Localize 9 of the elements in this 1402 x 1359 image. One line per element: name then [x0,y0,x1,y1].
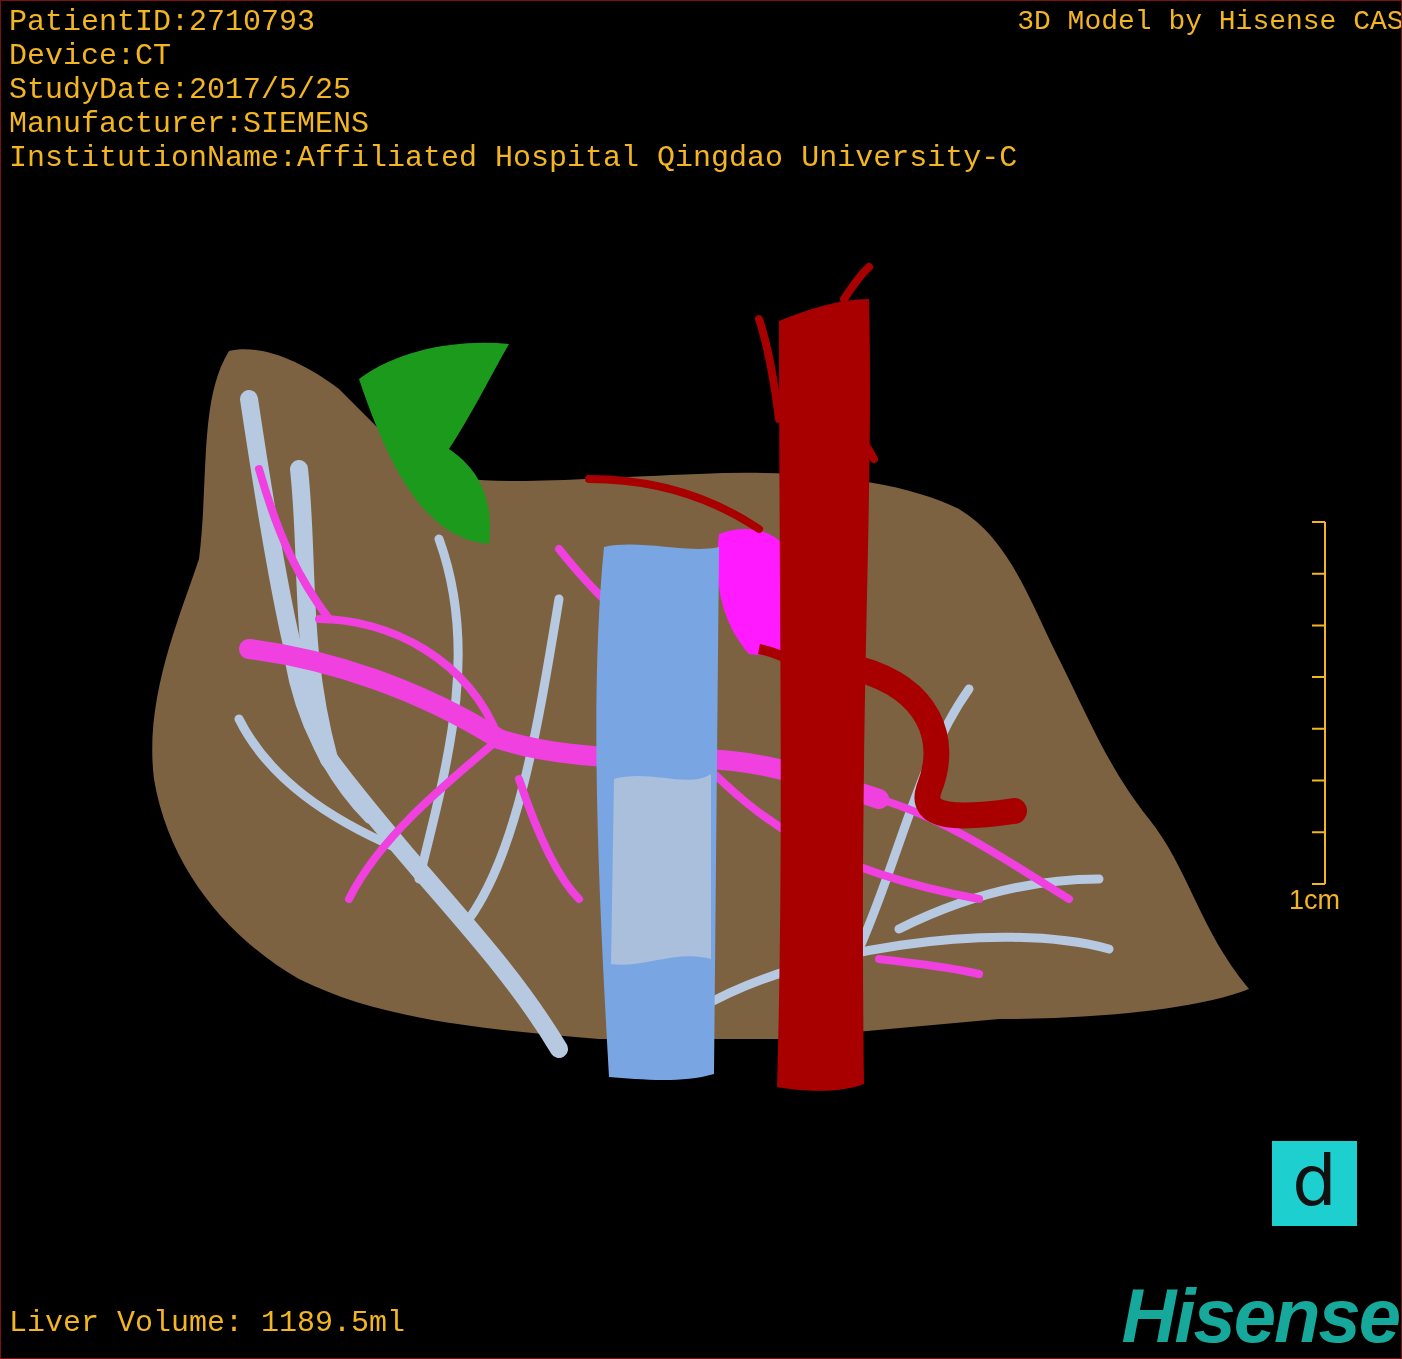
info-text: Device:CT [9,39,173,73]
info-text: PatientID:2710793 [9,5,317,39]
info-text: Manufacturer:SIEMENS [9,107,371,141]
info-text: InstitutionName:Affiliated Hospital Qingdao University-C [9,141,1018,175]
scale-label: 1cm [1289,885,1340,915]
view-badge: d [1272,1141,1357,1226]
liver-volume-text: Liver Volume: 1189.5ml [8,1306,406,1342]
brand-logo: Hisense [1121,1276,1400,1356]
info-text: StudyDate:2017/5/25 [9,73,353,107]
